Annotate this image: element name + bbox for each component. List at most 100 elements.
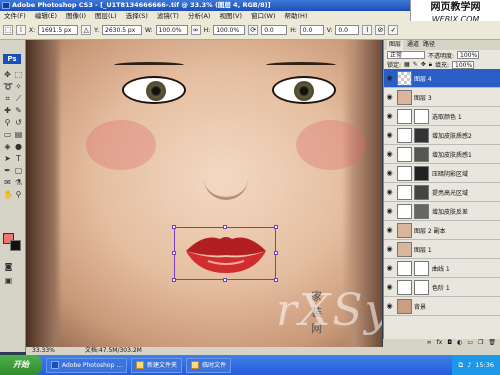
rotation-input[interactable]: 0.0: [261, 25, 288, 35]
eyedropper-tool-icon[interactable]: ⚗: [14, 178, 23, 187]
zoom-level[interactable]: 33.33%: [32, 347, 55, 355]
layer-style-icon[interactable]: fx: [437, 339, 443, 347]
layer-row[interactable]: ◉ 图层 2 副本: [384, 221, 500, 240]
lasso-tool-icon[interactable]: ➰: [3, 82, 13, 91]
layer-row[interactable]: ◉ 色阶 1: [384, 278, 500, 297]
dodge-tool-icon[interactable]: ●: [14, 142, 23, 151]
blend-mode-select[interactable]: 正常: [387, 51, 425, 59]
visibility-eye-icon[interactable]: ◉: [384, 112, 395, 120]
height-scale-input[interactable]: 100.0%: [213, 25, 246, 35]
pen-tool-icon[interactable]: ✒: [3, 166, 12, 175]
hand-tool-icon[interactable]: ✋: [3, 190, 13, 199]
menu-analysis[interactable]: 分析(A): [188, 11, 211, 21]
brush-tool-icon[interactable]: ✎: [14, 106, 23, 115]
lock-all-icon[interactable]: 🔒︎: [429, 61, 432, 69]
new-layer-icon[interactable]: ❐: [478, 339, 483, 347]
type-tool-icon[interactable]: T: [14, 154, 23, 163]
taskbar-item-temp-files[interactable]: 临时文件: [186, 357, 232, 373]
add-mask-icon[interactable]: ◘: [447, 339, 452, 347]
horizontal-skew-input[interactable]: 0.0: [299, 25, 324, 35]
move-tool-icon[interactable]: ✥: [3, 70, 12, 79]
x-position-input[interactable]: 1691.5 px: [38, 25, 79, 35]
shape-tool-icon[interactable]: ▢: [14, 166, 23, 175]
lock-position-icon[interactable]: ✥: [421, 61, 426, 68]
commit-transform-icon[interactable]: ✓: [388, 25, 399, 35]
new-adjustment-icon[interactable]: ◐: [457, 339, 462, 347]
visibility-eye-icon[interactable]: ◉: [384, 207, 395, 215]
zoom-tool-icon[interactable]: ⚲: [14, 190, 23, 199]
vertical-skew-input[interactable]: 0.0: [335, 25, 360, 35]
layer-row[interactable]: ◉ 背景: [384, 297, 500, 316]
layer-row[interactable]: ◉ 增加皮肤质感2: [384, 126, 500, 145]
lock-pixels-icon[interactable]: ✎: [413, 61, 418, 68]
menu-help[interactable]: 帮助(H): [285, 11, 308, 21]
y-position-input[interactable]: 2630.5 px: [102, 25, 143, 35]
delete-layer-icon[interactable]: 🗑︎: [488, 339, 496, 347]
layer-row[interactable]: ◉ 图层 4: [384, 69, 500, 88]
reference-point-icon[interactable]: ⁞: [16, 25, 26, 35]
layer-row[interactable]: ◉ 图层 3: [384, 88, 500, 107]
crop-tool-icon[interactable]: ⌗: [3, 94, 12, 103]
visibility-eye-icon[interactable]: ◉: [384, 264, 395, 272]
transform-handle-bottom[interactable]: [223, 278, 227, 282]
visibility-eye-icon[interactable]: ◉: [384, 169, 395, 177]
path-selection-tool-icon[interactable]: ➤: [3, 154, 12, 163]
visibility-eye-icon[interactable]: ◉: [384, 93, 395, 101]
background-color-swatch[interactable]: [10, 240, 21, 251]
volume-icon[interactable]: ♪: [467, 361, 471, 369]
magic-wand-tool-icon[interactable]: ✧: [14, 82, 23, 91]
taskbar-item-new-folder[interactable]: 新建文件夹: [131, 357, 183, 373]
blur-tool-icon[interactable]: ◈: [3, 142, 12, 151]
new-group-icon[interactable]: ▭: [467, 339, 473, 347]
visibility-eye-icon[interactable]: ◉: [384, 226, 395, 234]
layer-row[interactable]: ◉ 选取颜色 1: [384, 107, 500, 126]
visibility-eye-icon[interactable]: ◉: [384, 245, 395, 253]
layer-row[interactable]: ◉ 图层 1: [384, 240, 500, 259]
menu-image[interactable]: 图像(I): [66, 11, 86, 21]
healing-brush-tool-icon[interactable]: ✚: [3, 106, 12, 115]
menu-edit[interactable]: 编辑(E): [35, 11, 57, 21]
lock-transparency-icon[interactable]: ▦: [404, 61, 410, 68]
screen-mode-icon[interactable]: ▣: [4, 276, 13, 285]
transform-handle-left[interactable]: [172, 251, 176, 255]
tab-layers[interactable]: 图层: [387, 40, 404, 50]
tab-paths[interactable]: 路径: [423, 40, 435, 50]
menu-layer[interactable]: 图层(L): [95, 11, 117, 21]
transform-handle-bottom-right[interactable]: [274, 278, 278, 282]
slice-tool-icon[interactable]: ⟋: [14, 94, 23, 103]
gradient-tool-icon[interactable]: ▤: [14, 130, 23, 139]
warp-icon[interactable]: ⌇: [362, 25, 373, 35]
history-brush-tool-icon[interactable]: ↺: [14, 118, 23, 127]
layer-row[interactable]: ◉ 增加皮肤反差: [384, 202, 500, 221]
visibility-eye-icon[interactable]: ◉: [384, 150, 395, 158]
tab-channels[interactable]: 通道: [407, 40, 419, 50]
start-button[interactable]: 开始: [0, 355, 42, 375]
menu-select[interactable]: 选择(S): [126, 11, 148, 21]
eraser-tool-icon[interactable]: ▭: [3, 130, 12, 139]
marquee-tool-icon[interactable]: ⬚: [14, 70, 23, 79]
link-icon[interactable]: ∞: [190, 25, 201, 35]
layer-row[interactable]: ◉ 提亮高光区域: [384, 183, 500, 202]
opacity-input[interactable]: 100%: [457, 51, 480, 59]
transform-handle-right[interactable]: [274, 251, 278, 255]
link-layers-icon[interactable]: ∞: [427, 339, 432, 347]
layer-row[interactable]: ◉ 压暗阴影区域: [384, 164, 500, 183]
relative-position-icon[interactable]: △: [81, 25, 92, 35]
visibility-eye-icon[interactable]: ◉: [384, 188, 395, 196]
width-scale-input[interactable]: 100.0%: [155, 25, 188, 35]
free-transform-bounding-box[interactable]: [172, 225, 278, 282]
network-icon[interactable]: ⧉: [458, 361, 463, 370]
menu-view[interactable]: 视图(V): [219, 11, 242, 21]
transform-handle-bottom-left[interactable]: [172, 278, 176, 282]
cancel-transform-icon[interactable]: ⊘: [375, 25, 386, 35]
visibility-eye-icon[interactable]: ◉: [384, 302, 395, 310]
visibility-eye-icon[interactable]: ◉: [384, 74, 395, 82]
fill-input[interactable]: 100%: [452, 60, 474, 69]
visibility-eye-icon[interactable]: ◉: [384, 131, 395, 139]
quick-mask-icon[interactable]: ◙: [4, 262, 13, 271]
menu-file[interactable]: 文件(F): [4, 11, 26, 21]
layer-row[interactable]: ◉ 曲线 1: [384, 259, 500, 278]
taskbar-item-photoshop[interactable]: Adobe Photoshop ...: [46, 357, 128, 373]
visibility-eye-icon[interactable]: ◉: [384, 283, 395, 291]
transform-handle-top-left[interactable]: [172, 225, 176, 229]
